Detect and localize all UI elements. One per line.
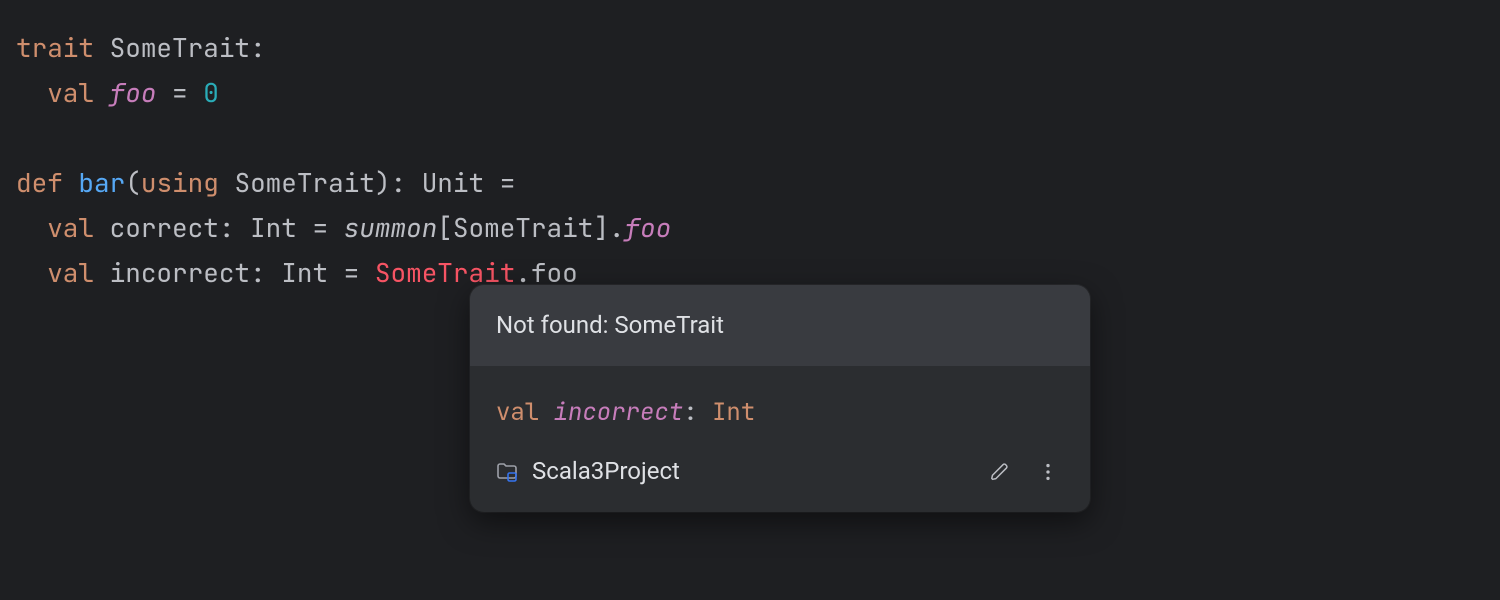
code-line: trait SomeTrait: xyxy=(16,30,266,65)
var-name: incorrect xyxy=(110,255,250,290)
type-name: Int xyxy=(281,255,328,290)
field-access: foo xyxy=(625,210,672,245)
param-type: SomeTrait xyxy=(234,165,374,200)
function-call: summon xyxy=(344,210,438,245)
punct-dot: . xyxy=(609,210,625,245)
type-name: Int xyxy=(250,210,297,245)
punct-colon: : xyxy=(219,210,235,245)
punct-paren-open: ( xyxy=(125,165,141,200)
number-literal: 0 xyxy=(203,75,219,110)
punct-paren-close-colon: ): xyxy=(375,165,406,200)
decl-type: Int xyxy=(712,397,755,428)
punct-colon: : xyxy=(683,397,697,428)
punct-eq: = xyxy=(344,255,360,290)
tooltip-declaration: val incorrect: Int xyxy=(470,366,1090,441)
pencil-icon xyxy=(989,461,1011,483)
punct-colon: : xyxy=(250,30,266,65)
keyword-val: val xyxy=(47,255,94,290)
type-name: SomeTrait xyxy=(110,30,250,65)
keyword-using: using xyxy=(141,165,219,200)
return-type: Unit xyxy=(422,165,484,200)
folder-icon xyxy=(494,459,520,485)
punct-bracket-close: ] xyxy=(593,210,609,245)
kebab-icon xyxy=(1037,461,1059,483)
project-name: Scala3Project xyxy=(532,449,680,494)
code-line xyxy=(16,120,32,155)
keyword-def: def xyxy=(16,165,63,200)
generic-type: SomeTrait xyxy=(453,210,593,245)
punct-bracket-open: [ xyxy=(437,210,453,245)
code-line: def bar(using SomeTrait): Unit = xyxy=(16,165,515,200)
more-button[interactable] xyxy=(1030,454,1066,490)
decl-name: incorrect xyxy=(554,397,684,428)
keyword-val: val xyxy=(496,397,539,428)
code-line: val foo = 0 xyxy=(16,75,219,110)
edit-button[interactable] xyxy=(982,454,1018,490)
punct-eq: = xyxy=(312,210,328,245)
var-name: correct xyxy=(110,210,219,245)
code-line: val correct: Int = summon[SomeTrait].foo xyxy=(16,210,671,245)
field-name: foo xyxy=(110,75,157,110)
punct-colon: : xyxy=(250,255,266,290)
error-tooltip: Not found: SomeTrait val incorrect: Int … xyxy=(470,285,1090,512)
keyword-val: val xyxy=(47,210,94,245)
code-editor[interactable]: trait SomeTrait: val foo = 0 def bar(usi… xyxy=(16,25,1484,295)
punct-eq: = xyxy=(500,165,516,200)
tooltip-footer: Scala3Project xyxy=(470,441,1090,512)
def-name: bar xyxy=(78,165,125,200)
punct-eq: = xyxy=(172,75,188,110)
keyword-trait: trait xyxy=(16,30,94,65)
tooltip-error-message: Not found: SomeTrait xyxy=(470,285,1090,366)
keyword-val: val xyxy=(47,75,94,110)
